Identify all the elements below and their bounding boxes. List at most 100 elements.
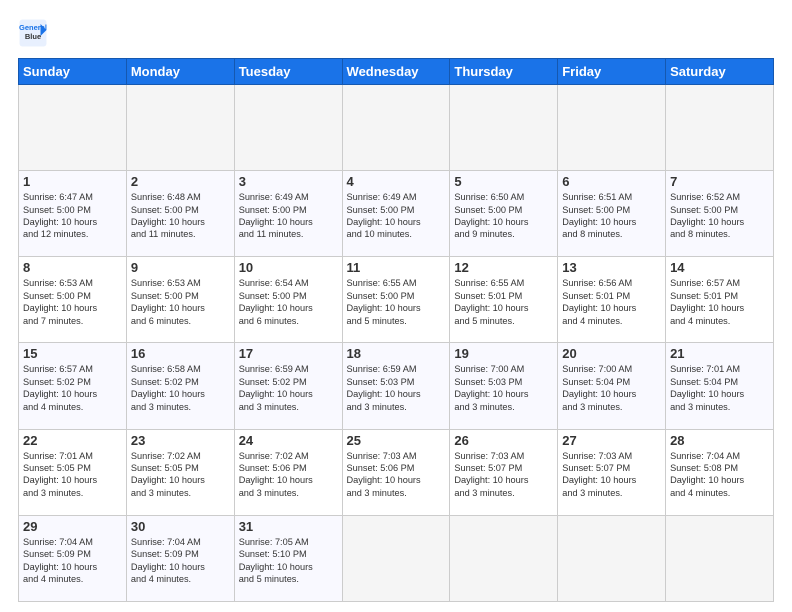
calendar-cell: 11 Sunrise: 6:55 AM Sunset: 5:00 PM Dayli… (342, 257, 450, 343)
day-info: Sunrise: 6:57 AM Sunset: 5:02 PM Dayligh… (23, 363, 122, 413)
day-number: 1 (23, 174, 122, 189)
calendar-cell: 23 Sunrise: 7:02 AM Sunset: 5:05 PM Dayli… (126, 429, 234, 515)
day-info: Sunrise: 6:48 AM Sunset: 5:00 PM Dayligh… (131, 191, 230, 241)
day-number: 13 (562, 260, 661, 275)
col-header-thursday: Thursday (450, 59, 558, 85)
day-number: 22 (23, 433, 122, 448)
day-number: 11 (347, 260, 446, 275)
header: General Blue (18, 18, 774, 48)
day-info: Sunrise: 7:00 AM Sunset: 5:03 PM Dayligh… (454, 363, 553, 413)
col-header-wednesday: Wednesday (342, 59, 450, 85)
calendar-cell: 12 Sunrise: 6:55 AM Sunset: 5:01 PM Dayli… (450, 257, 558, 343)
day-number: 21 (670, 346, 769, 361)
calendar-cell (558, 515, 666, 601)
calendar-cell (234, 85, 342, 171)
day-info: Sunrise: 6:59 AM Sunset: 5:03 PM Dayligh… (347, 363, 446, 413)
day-number: 18 (347, 346, 446, 361)
day-number: 25 (347, 433, 446, 448)
day-number: 24 (239, 433, 338, 448)
day-info: Sunrise: 7:04 AM Sunset: 5:09 PM Dayligh… (131, 536, 230, 586)
day-number: 8 (23, 260, 122, 275)
day-info: Sunrise: 6:53 AM Sunset: 5:00 PM Dayligh… (23, 277, 122, 327)
col-header-tuesday: Tuesday (234, 59, 342, 85)
day-number: 17 (239, 346, 338, 361)
day-info: Sunrise: 7:04 AM Sunset: 5:08 PM Dayligh… (670, 450, 769, 500)
calendar-cell (666, 515, 774, 601)
day-info: Sunrise: 6:50 AM Sunset: 5:00 PM Dayligh… (454, 191, 553, 241)
calendar-cell: 1Sunrise: 6:47 AM Sunset: 5:00 PM Daylig… (19, 171, 127, 257)
day-info: Sunrise: 6:49 AM Sunset: 5:00 PM Dayligh… (239, 191, 338, 241)
day-number: 6 (562, 174, 661, 189)
calendar-cell: 29 Sunrise: 7:04 AM Sunset: 5:09 PM Dayli… (19, 515, 127, 601)
calendar-cell (126, 85, 234, 171)
calendar-cell (19, 85, 127, 171)
day-number: 19 (454, 346, 553, 361)
day-info: Sunrise: 7:05 AM Sunset: 5:10 PM Dayligh… (239, 536, 338, 586)
day-info: Sunrise: 6:55 AM Sunset: 5:01 PM Dayligh… (454, 277, 553, 327)
day-number: 30 (131, 519, 230, 534)
calendar-cell: 26 Sunrise: 7:03 AM Sunset: 5:07 PM Dayli… (450, 429, 558, 515)
calendar-cell: 4Sunrise: 6:49 AM Sunset: 5:00 PM Daylig… (342, 171, 450, 257)
calendar-cell: 14Sunrise: 6:57 AM Sunset: 5:01 PM Dayli… (666, 257, 774, 343)
day-info: Sunrise: 6:55 AM Sunset: 5:00 PM Dayligh… (347, 277, 446, 327)
day-number: 12 (454, 260, 553, 275)
calendar-cell: 27Sunrise: 7:03 AM Sunset: 5:07 PM Dayli… (558, 429, 666, 515)
calendar-cell: 3 Sunrise: 6:49 AM Sunset: 5:00 PM Daylig… (234, 171, 342, 257)
day-info: Sunrise: 7:03 AM Sunset: 5:07 PM Dayligh… (454, 450, 553, 500)
col-header-friday: Friday (558, 59, 666, 85)
page: General Blue SundayMondayTuesdayWednesda… (0, 0, 792, 612)
week-row-5: 29 Sunrise: 7:04 AM Sunset: 5:09 PM Dayli… (19, 515, 774, 601)
calendar-cell: 20 Sunrise: 7:00 AM Sunset: 5:04 PM Dayli… (558, 343, 666, 429)
day-number: 14 (670, 260, 769, 275)
day-number: 3 (239, 174, 338, 189)
svg-text:Blue: Blue (25, 32, 41, 41)
day-info: Sunrise: 6:52 AM Sunset: 5:00 PM Dayligh… (670, 191, 769, 241)
day-number: 31 (239, 519, 338, 534)
day-info: Sunrise: 7:00 AM Sunset: 5:04 PM Dayligh… (562, 363, 661, 413)
calendar-cell (450, 515, 558, 601)
day-number: 23 (131, 433, 230, 448)
calendar-cell: 9 Sunrise: 6:53 AM Sunset: 5:00 PM Daylig… (126, 257, 234, 343)
calendar-header-row: SundayMondayTuesdayWednesdayThursdayFrid… (19, 59, 774, 85)
calendar-cell (342, 85, 450, 171)
col-header-saturday: Saturday (666, 59, 774, 85)
calendar-cell: 22 Sunrise: 7:01 AM Sunset: 5:05 PM Dayli… (19, 429, 127, 515)
calendar-cell: 8 Sunrise: 6:53 AM Sunset: 5:00 PM Daylig… (19, 257, 127, 343)
calendar-cell: 24 Sunrise: 7:02 AM Sunset: 5:06 PM Dayli… (234, 429, 342, 515)
day-info: Sunrise: 6:58 AM Sunset: 5:02 PM Dayligh… (131, 363, 230, 413)
calendar-cell (342, 515, 450, 601)
week-row-4: 22 Sunrise: 7:01 AM Sunset: 5:05 PM Dayli… (19, 429, 774, 515)
day-info: Sunrise: 7:03 AM Sunset: 5:06 PM Dayligh… (347, 450, 446, 500)
day-info: Sunrise: 7:01 AM Sunset: 5:05 PM Dayligh… (23, 450, 122, 500)
day-number: 29 (23, 519, 122, 534)
day-number: 7 (670, 174, 769, 189)
calendar-cell: 2 Sunrise: 6:48 AM Sunset: 5:00 PM Daylig… (126, 171, 234, 257)
day-number: 5 (454, 174, 553, 189)
day-info: Sunrise: 7:04 AM Sunset: 5:09 PM Dayligh… (23, 536, 122, 586)
day-info: Sunrise: 7:02 AM Sunset: 5:06 PM Dayligh… (239, 450, 338, 500)
calendar-cell: 16Sunrise: 6:58 AM Sunset: 5:02 PM Dayli… (126, 343, 234, 429)
col-header-sunday: Sunday (19, 59, 127, 85)
week-row-3: 15Sunrise: 6:57 AM Sunset: 5:02 PM Dayli… (19, 343, 774, 429)
day-info: Sunrise: 7:01 AM Sunset: 5:04 PM Dayligh… (670, 363, 769, 413)
week-row-2: 8 Sunrise: 6:53 AM Sunset: 5:00 PM Daylig… (19, 257, 774, 343)
calendar-cell: 21 Sunrise: 7:01 AM Sunset: 5:04 PM Dayli… (666, 343, 774, 429)
logo: General Blue (18, 18, 52, 48)
week-row-1: 1Sunrise: 6:47 AM Sunset: 5:00 PM Daylig… (19, 171, 774, 257)
day-number: 2 (131, 174, 230, 189)
day-info: Sunrise: 6:51 AM Sunset: 5:00 PM Dayligh… (562, 191, 661, 241)
calendar-cell: 17 Sunrise: 6:59 AM Sunset: 5:02 PM Dayli… (234, 343, 342, 429)
day-number: 20 (562, 346, 661, 361)
day-info: Sunrise: 6:59 AM Sunset: 5:02 PM Dayligh… (239, 363, 338, 413)
day-number: 26 (454, 433, 553, 448)
day-number: 9 (131, 260, 230, 275)
calendar-cell: 5 Sunrise: 6:50 AM Sunset: 5:00 PM Daylig… (450, 171, 558, 257)
calendar-cell: 19 Sunrise: 7:00 AM Sunset: 5:03 PM Dayli… (450, 343, 558, 429)
calendar-cell: 15Sunrise: 6:57 AM Sunset: 5:02 PM Dayli… (19, 343, 127, 429)
day-info: Sunrise: 6:53 AM Sunset: 5:00 PM Dayligh… (131, 277, 230, 327)
calendar-cell: 6 Sunrise: 6:51 AM Sunset: 5:00 PM Daylig… (558, 171, 666, 257)
day-number: 10 (239, 260, 338, 275)
calendar-cell (450, 85, 558, 171)
day-number: 4 (347, 174, 446, 189)
day-info: Sunrise: 7:02 AM Sunset: 5:05 PM Dayligh… (131, 450, 230, 500)
